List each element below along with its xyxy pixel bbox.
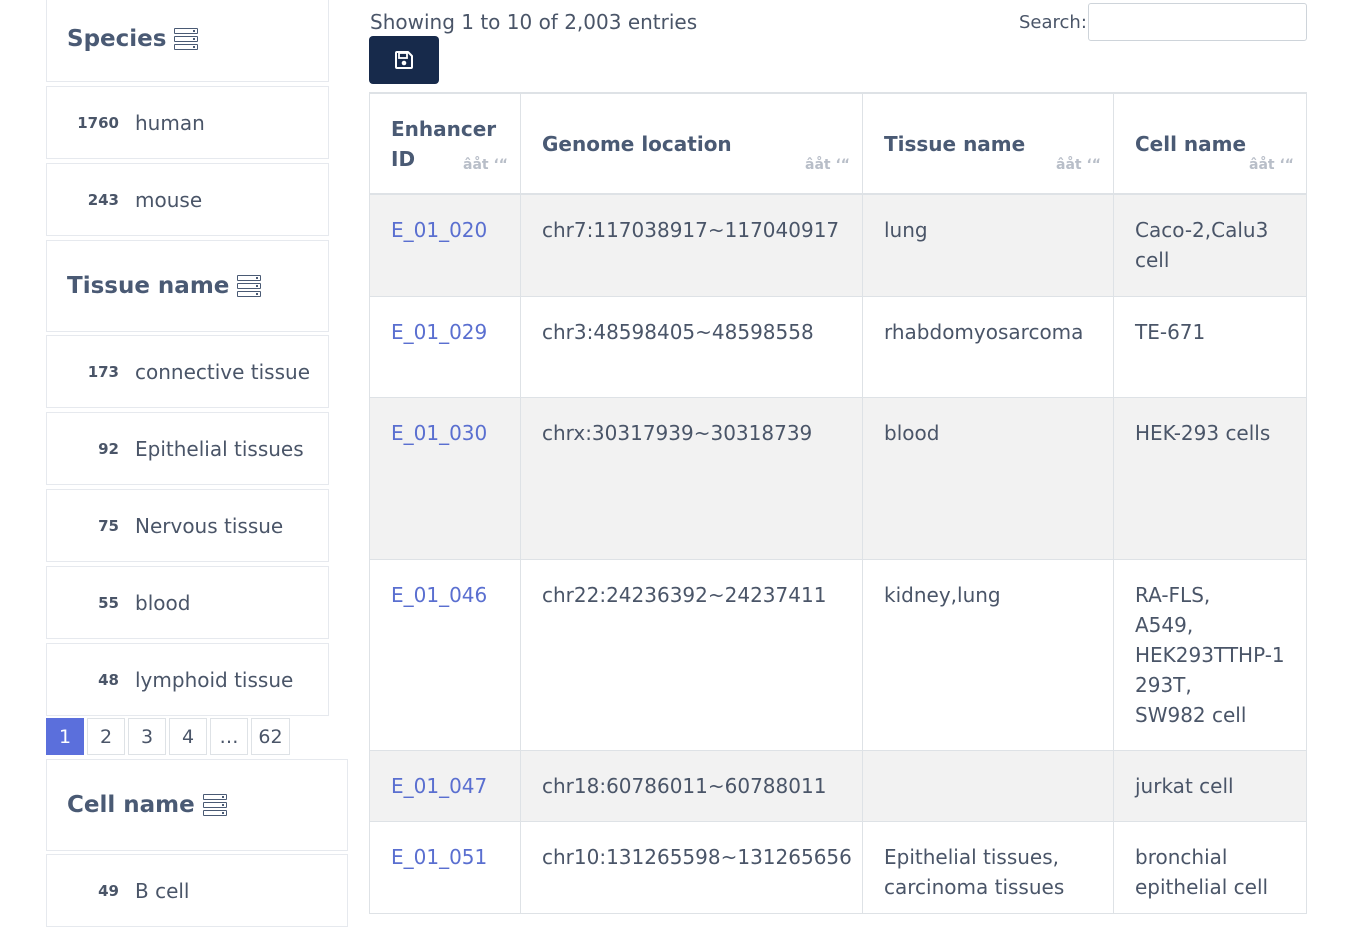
table-row: E_01_046 chr22:24236392~24237411 kidney,… <box>369 560 1307 751</box>
tissue-name <box>863 751 1114 822</box>
page-3-button[interactable]: 3 <box>128 718 166 755</box>
facet-item-blood[interactable]: 55 blood <box>46 566 329 639</box>
table-row: E_01_029 chr3:48598405~48598558 rhabdomy… <box>369 297 1307 398</box>
facet-label: Nervous tissue <box>135 513 284 538</box>
tissue-name: blood <box>863 398 1114 560</box>
tissue-pagination: 1 2 3 4 … 62 <box>46 718 290 755</box>
facet-item-human[interactable]: 1760 human <box>46 86 329 159</box>
cell-name: TE-671 <box>1114 297 1307 398</box>
facet-count: 55 <box>98 593 119 612</box>
sort-icon: âåt ‘“ <box>1056 157 1101 173</box>
facet-item-lymphoid-tissue[interactable]: 48 lymphoid tissue <box>46 643 329 716</box>
cell-name: bronchial epithelial cell <box>1114 822 1307 914</box>
genome-location: chr22:24236392~24237411 <box>521 560 863 751</box>
facet-header-species: Species <box>46 0 329 82</box>
tissue-name: lung <box>863 195 1114 297</box>
facet-count: 173 <box>87 362 119 381</box>
enhancer-id-link[interactable]: E_01_020 <box>391 218 487 242</box>
column-header-cell-name[interactable]: Cell name âåt ‘“ <box>1114 94 1307 194</box>
facet-title: Tissue name <box>67 273 230 299</box>
genome-location: chr7:117038917~117040917 <box>521 195 863 297</box>
facet-item-mouse[interactable]: 243 mouse <box>46 163 329 236</box>
enhancer-id-link[interactable]: E_01_046 <box>391 583 487 607</box>
facet-count: 75 <box>98 516 119 535</box>
search-label: Search: <box>1019 12 1087 33</box>
enhancer-id-link[interactable]: E_01_051 <box>391 845 487 869</box>
enhancer-id-link[interactable]: E_01_047 <box>391 774 487 798</box>
facet-label: lymphoid tissue <box>135 667 294 692</box>
facet-count: 92 <box>98 439 119 458</box>
facet-title: Cell name <box>67 792 195 818</box>
page-1-button[interactable]: 1 <box>46 718 84 755</box>
page-4-button[interactable]: 4 <box>169 718 207 755</box>
facet-label: B cell <box>135 878 190 903</box>
facet-count: 1760 <box>77 113 119 132</box>
save-button[interactable] <box>369 36 439 84</box>
facet-item-b-cell[interactable]: 49 B cell <box>46 854 348 927</box>
facet-title: Species <box>67 26 167 52</box>
column-header-genome-location[interactable]: Genome location âåt ‘“ <box>521 94 863 194</box>
page-2-button[interactable]: 2 <box>87 718 125 755</box>
facet-label: mouse <box>135 187 203 212</box>
table-row: E_01_020 chr7:117038917~117040917 lung C… <box>369 195 1307 297</box>
enhancer-id-link[interactable]: E_01_030 <box>391 421 487 445</box>
genome-location: chr10:131265598~131265656 <box>521 822 863 914</box>
table-row: E_01_030 chrx:30317939~30318739 blood HE… <box>369 398 1307 560</box>
cell-name: jurkat cell <box>1114 751 1307 822</box>
server-list-icon <box>237 275 262 297</box>
genome-location: chr3:48598405~48598558 <box>521 297 863 398</box>
sort-icon: âåt ‘“ <box>805 157 850 173</box>
facet-label: blood <box>135 590 191 615</box>
facet-header-tissue: Tissue name <box>46 240 329 332</box>
facet-count: 49 <box>98 881 119 900</box>
sort-icon: âåt ‘“ <box>1249 157 1294 173</box>
genome-location: chr18:60786011~60788011 <box>521 751 863 822</box>
facet-label: connective tissue <box>135 359 310 384</box>
enhancer-id-link[interactable]: E_01_029 <box>391 320 487 344</box>
facet-label: Epithelial tissues <box>135 436 304 461</box>
facet-label: human <box>135 110 205 135</box>
column-header-tissue-name[interactable]: Tissue name âåt ‘“ <box>863 94 1114 194</box>
table-row: E_01_047 chr18:60786011~60788011 jurkat … <box>369 751 1307 822</box>
cell-name: HEK-293 cells <box>1114 398 1307 560</box>
genome-location: chrx:30317939~30318739 <box>521 398 863 560</box>
cell-name: Caco-2,Calu3 cell <box>1114 195 1307 297</box>
table-info: Showing 1 to 10 of 2,003 entries <box>370 10 698 34</box>
server-list-icon <box>202 794 227 816</box>
tissue-name: Epithelial tissues, carcinoma tissues <box>863 822 1114 914</box>
facet-header-cell: Cell name <box>46 759 348 851</box>
cell-name: RA-FLS, A549, HEK293TTHP-1293T, SW982 ce… <box>1114 560 1307 751</box>
sort-icon: âåt ‘“ <box>463 157 508 173</box>
page-62-button[interactable]: 62 <box>251 718 290 755</box>
facet-count: 48 <box>98 670 119 689</box>
column-header-enhancer-id[interactable]: Enhancer ID âåt ‘“ <box>369 94 521 194</box>
search-input[interactable] <box>1088 3 1307 41</box>
table-header-row: Enhancer ID âåt ‘“ Genome location âåt ‘… <box>369 92 1307 195</box>
tissue-name: kidney,lung <box>863 560 1114 751</box>
tissue-name: rhabdomyosarcoma <box>863 297 1114 398</box>
facet-item-nervous-tissue[interactable]: 75 Nervous tissue <box>46 489 329 562</box>
server-list-icon <box>174 28 199 50</box>
facet-item-epithelial-tissues[interactable]: 92 Epithelial tissues <box>46 412 329 485</box>
page-ellipsis: … <box>210 718 248 755</box>
facet-count: 243 <box>87 190 119 209</box>
save-icon <box>395 51 413 69</box>
facet-item-connective-tissue[interactable]: 173 connective tissue <box>46 335 329 408</box>
table-row: E_01_051 chr10:131265598~131265656 Epith… <box>369 822 1307 914</box>
